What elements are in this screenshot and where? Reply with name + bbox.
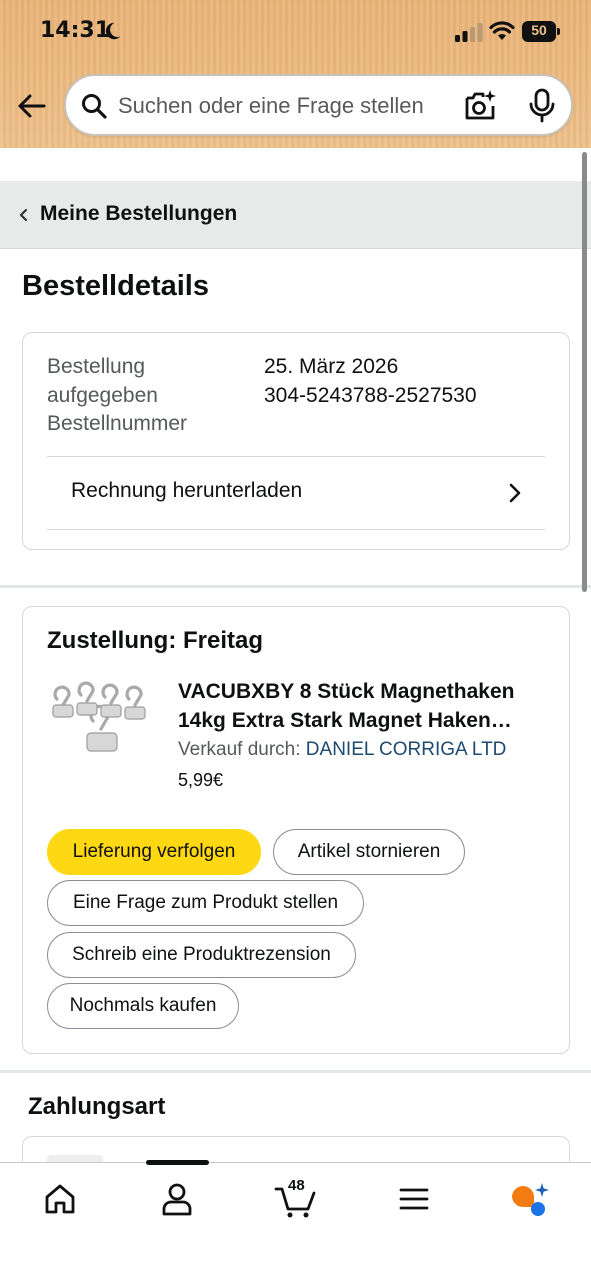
- payment-title: Zahlungsart: [28, 1093, 166, 1120]
- ask-question-button[interactable]: Eine Frage zum Produkt stellen: [47, 880, 364, 926]
- scrollbar[interactable]: [582, 152, 587, 592]
- cancel-item-button[interactable]: Artikel stornieren: [273, 829, 465, 875]
- bottom-nav: 48: [0, 1160, 591, 1280]
- wifi-icon: [489, 21, 515, 40]
- chevron-left-icon: [19, 208, 28, 222]
- page-title: Bestelldetails: [22, 270, 209, 302]
- order-placed-date: 25. März 2026: [264, 355, 399, 378]
- search-input[interactable]: [118, 88, 448, 124]
- cart-count: 48: [288, 1177, 305, 1194]
- cellular-signal-icon: [455, 23, 483, 42]
- back-arrow-icon[interactable]: [14, 88, 50, 124]
- home-icon[interactable]: [40, 1179, 80, 1219]
- account-icon[interactable]: [157, 1179, 197, 1219]
- seller-link[interactable]: DANIEL CORRIGA LTD: [306, 739, 507, 760]
- order-labels: Bestellung aufgegeben Bestellnummer: [47, 353, 247, 439]
- breadcrumb-label[interactable]: Meine Bestellungen: [40, 202, 237, 226]
- order-number-label: Bestellnummer: [47, 412, 188, 435]
- order-number: 304-5243788-2527530: [264, 383, 477, 407]
- moon-icon: [105, 22, 121, 40]
- assistant-icon[interactable]: [508, 1179, 552, 1219]
- section-separator: [0, 585, 591, 588]
- microphone-icon[interactable]: [526, 88, 558, 124]
- download-invoice-label[interactable]: Rechnung herunterladen: [71, 479, 302, 503]
- top-header: 14:31 50: [0, 0, 591, 148]
- seller-line: Verkauf durch: DANIEL CORRIGA LTD: [178, 739, 506, 761]
- section-separator: [0, 1070, 591, 1073]
- battery-level: 50: [531, 22, 547, 38]
- product-title-link[interactable]: VACUBXBY 8 Stück Magnethaken 14kg Extra …: [178, 677, 553, 735]
- search-bar[interactable]: [64, 74, 573, 136]
- status-time: 14:31: [40, 18, 111, 43]
- delivery-title: Zustellung: Freitag: [47, 627, 263, 654]
- product-price: 5,99€: [178, 770, 224, 790]
- status-bar: 14:31 50: [0, 0, 591, 64]
- download-invoice-row[interactable]: Rechnung herunterladen: [23, 457, 571, 529]
- seller-prefix: Verkauf durch:: [178, 739, 306, 760]
- order-placed-label-line1: Bestellung: [47, 355, 146, 378]
- active-tab-indicator: [146, 1160, 209, 1165]
- camera-lens-icon[interactable]: [462, 88, 498, 124]
- chevron-right-icon: [509, 483, 521, 503]
- menu-icon[interactable]: [394, 1179, 434, 1219]
- buy-again-button[interactable]: Nochmals kaufen: [47, 983, 239, 1029]
- order-placed-label-line2: aufgegeben: [47, 383, 158, 407]
- order-summary-card: Bestellung aufgegeben Bestellnummer 25. …: [22, 332, 570, 550]
- divider: [47, 529, 545, 530]
- breadcrumb[interactable]: Meine Bestellungen: [0, 181, 591, 249]
- write-review-button[interactable]: Schreib eine Produktrezension: [47, 932, 356, 978]
- order-values: 25. März 2026 304-5243788-2527530: [264, 353, 477, 410]
- track-delivery-button[interactable]: Lieferung verfolgen: [47, 829, 261, 875]
- product-image[interactable]: [47, 677, 157, 777]
- delivery-card: Zustellung: Freitag VACUBXBY 8 Stück Mag…: [22, 606, 570, 1054]
- battery-indicator: 50: [522, 21, 560, 42]
- search-icon: [82, 94, 107, 119]
